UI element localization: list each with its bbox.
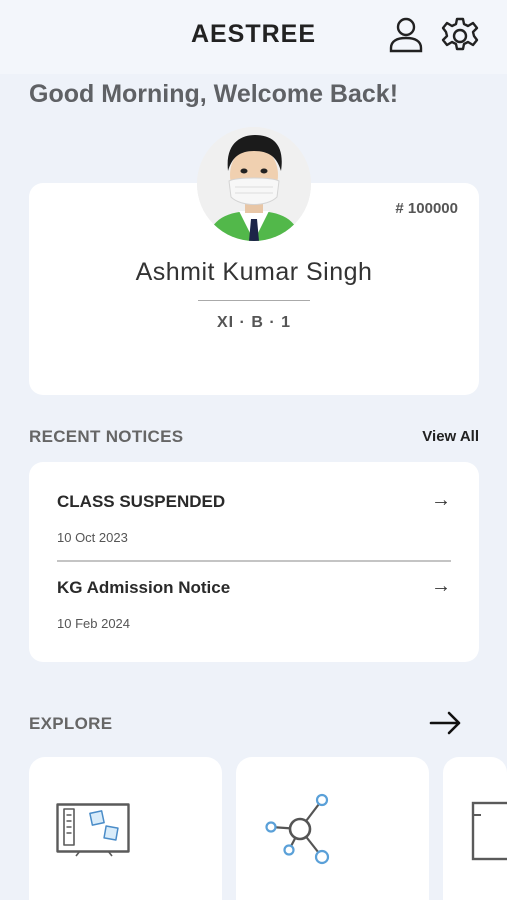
student-avatar[interactable] (197, 127, 311, 241)
student-name: Ashmit Kumar Singh (135, 258, 373, 286)
notice-title: KG Admission Notice (57, 578, 231, 597)
app-title: AESTREE (190, 20, 317, 48)
arrow-right-icon[interactable] (428, 706, 462, 740)
explore-tile-network[interactable] (236, 757, 429, 900)
student-class-section: XI · B · 1 (216, 314, 291, 331)
network-icon (265, 793, 330, 865)
view-all-link[interactable]: View All (422, 428, 479, 445)
arrow-right-icon[interactable]: → (431, 489, 451, 512)
notice-item[interactable]: KG Admission Notice 10 Feb 2024 → (57, 575, 451, 631)
gear-icon[interactable] (440, 14, 480, 54)
explore-tile-notice-board[interactable] (29, 757, 222, 900)
name-divider (198, 300, 310, 301)
notice-title: CLASS SUSPENDED (57, 492, 226, 511)
explore-tile-document[interactable] (443, 757, 507, 900)
recent-notices-title: RECENT NOTICES (29, 427, 184, 446)
notice-divider (57, 560, 451, 562)
notice-date: 10 Feb 2024 (57, 616, 131, 631)
student-id: # 100000 (395, 200, 458, 217)
greeting-text: Good Morning, Welcome Back! (29, 80, 399, 108)
notice-date: 10 Oct 2023 (57, 530, 128, 545)
notice-board-icon (56, 803, 130, 857)
arrow-right-icon[interactable]: → (431, 575, 451, 598)
explore-title: EXPLORE (29, 714, 113, 733)
user-icon[interactable] (386, 14, 426, 54)
app-bar: AESTREE (0, 0, 507, 74)
document-icon (471, 801, 507, 861)
notices-card: CLASS SUSPENDED 10 Oct 2023 → KG Admissi… (29, 462, 479, 662)
notice-item[interactable]: CLASS SUSPENDED 10 Oct 2023 → (57, 489, 451, 545)
